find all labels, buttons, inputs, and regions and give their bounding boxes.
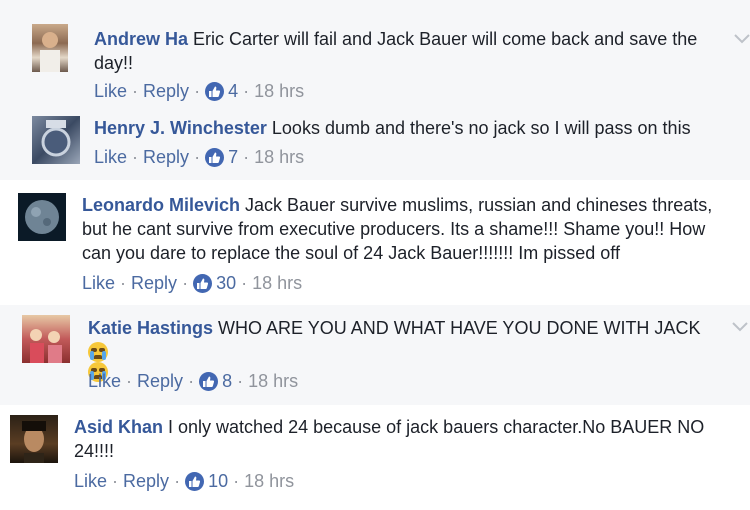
- comment-text: WHO ARE YOU AND WHAT HAVE YOU DONE WITH …: [213, 318, 701, 338]
- chevron-down-icon[interactable]: [734, 34, 750, 44]
- avatar-photo: [22, 421, 46, 463]
- separator-dot: ·: [132, 81, 139, 101]
- avatar[interactable]: [10, 415, 58, 463]
- reply-button[interactable]: Reply: [143, 146, 189, 168]
- reply-button[interactable]: Reply: [131, 272, 177, 294]
- separator-dot: ·: [237, 371, 244, 391]
- avatar[interactable]: [22, 315, 70, 363]
- thumbs-up-icon[interactable]: [199, 371, 219, 391]
- like-button[interactable]: Like: [88, 370, 121, 392]
- separator-dot: ·: [194, 147, 201, 167]
- comment-actions: Like · Reply · 7 · 18 hrs: [94, 146, 304, 168]
- timestamp[interactable]: 18 hrs: [252, 272, 302, 294]
- like-button[interactable]: Like: [82, 272, 115, 294]
- reaction-count[interactable]: 7: [228, 146, 238, 168]
- separator-dot: ·: [132, 147, 139, 167]
- comment-body: Asid Khan I only watched 24 because of j…: [74, 415, 734, 463]
- separator-dot: ·: [126, 371, 133, 391]
- timestamp[interactable]: 18 hrs: [254, 146, 304, 168]
- thumbs-up-icon[interactable]: [205, 81, 225, 101]
- reaction-count[interactable]: 8: [222, 370, 232, 392]
- comment-author[interactable]: Henry J. Winchester: [94, 118, 267, 138]
- comment-actions: Like · Reply · 8 · 18 hrs: [88, 370, 298, 392]
- comment-author[interactable]: Leonardo Milevich: [82, 195, 240, 215]
- avatar-photo: [30, 329, 62, 363]
- separator-dot: ·: [188, 371, 195, 391]
- separator-dot: ·: [233, 471, 240, 491]
- chevron-down-icon[interactable]: [732, 322, 748, 332]
- timestamp[interactable]: 18 hrs: [244, 470, 294, 492]
- crying-face-icon: [88, 342, 108, 362]
- comment-text: I only watched 24 because of jack bauers…: [74, 417, 705, 461]
- comment-actions: Like · Reply · 10 · 18 hrs: [74, 470, 294, 492]
- like-button[interactable]: Like: [94, 80, 127, 102]
- avatar-photo: [41, 120, 71, 157]
- comment-body: Andrew Ha Eric Carter will fail and Jack…: [94, 27, 714, 75]
- reaction-count[interactable]: 4: [228, 80, 238, 102]
- thumbs-up-icon[interactable]: [205, 147, 225, 167]
- avatar-photo: [40, 32, 60, 72]
- thumbs-up-icon[interactable]: [193, 273, 213, 293]
- thumbs-up-icon[interactable]: [185, 471, 205, 491]
- avatar[interactable]: [18, 193, 66, 241]
- comment-author[interactable]: Asid Khan: [74, 417, 163, 437]
- separator-dot: ·: [194, 81, 201, 101]
- comment-author[interactable]: Katie Hastings: [88, 318, 213, 338]
- timestamp[interactable]: 18 hrs: [254, 80, 304, 102]
- timestamp[interactable]: 18 hrs: [248, 370, 298, 392]
- comment-text: Looks dumb and there's no jack so I will…: [266, 118, 691, 138]
- avatar[interactable]: [32, 24, 68, 72]
- reply-button[interactable]: Reply: [123, 470, 169, 492]
- reply-button[interactable]: Reply: [137, 370, 183, 392]
- separator-dot: ·: [182, 273, 189, 293]
- separator-dot: ·: [243, 81, 250, 101]
- separator-dot: ·: [241, 273, 248, 293]
- reaction-count[interactable]: 30: [216, 272, 236, 294]
- comment-actions: Like · Reply · 4 · 18 hrs: [94, 80, 304, 102]
- comment-body: Henry J. Winchester Looks dumb and there…: [94, 116, 724, 140]
- avatar[interactable]: [32, 116, 80, 164]
- like-button[interactable]: Like: [74, 470, 107, 492]
- comment-body: Katie Hastings WHO ARE YOU AND WHAT HAVE…: [88, 316, 728, 340]
- separator-dot: ·: [174, 471, 181, 491]
- comment-body: Leonardo Milevich Jack Bauer survive mus…: [82, 193, 732, 265]
- separator-dot: ·: [112, 471, 119, 491]
- separator-dot: ·: [243, 147, 250, 167]
- avatar-photo: [25, 200, 59, 234]
- comment-author[interactable]: Andrew Ha: [94, 29, 188, 49]
- separator-dot: ·: [120, 273, 127, 293]
- comment-actions: Like · Reply · 30 · 18 hrs: [82, 272, 302, 294]
- reaction-count[interactable]: 10: [208, 470, 228, 492]
- reply-button[interactable]: Reply: [143, 80, 189, 102]
- like-button[interactable]: Like: [94, 146, 127, 168]
